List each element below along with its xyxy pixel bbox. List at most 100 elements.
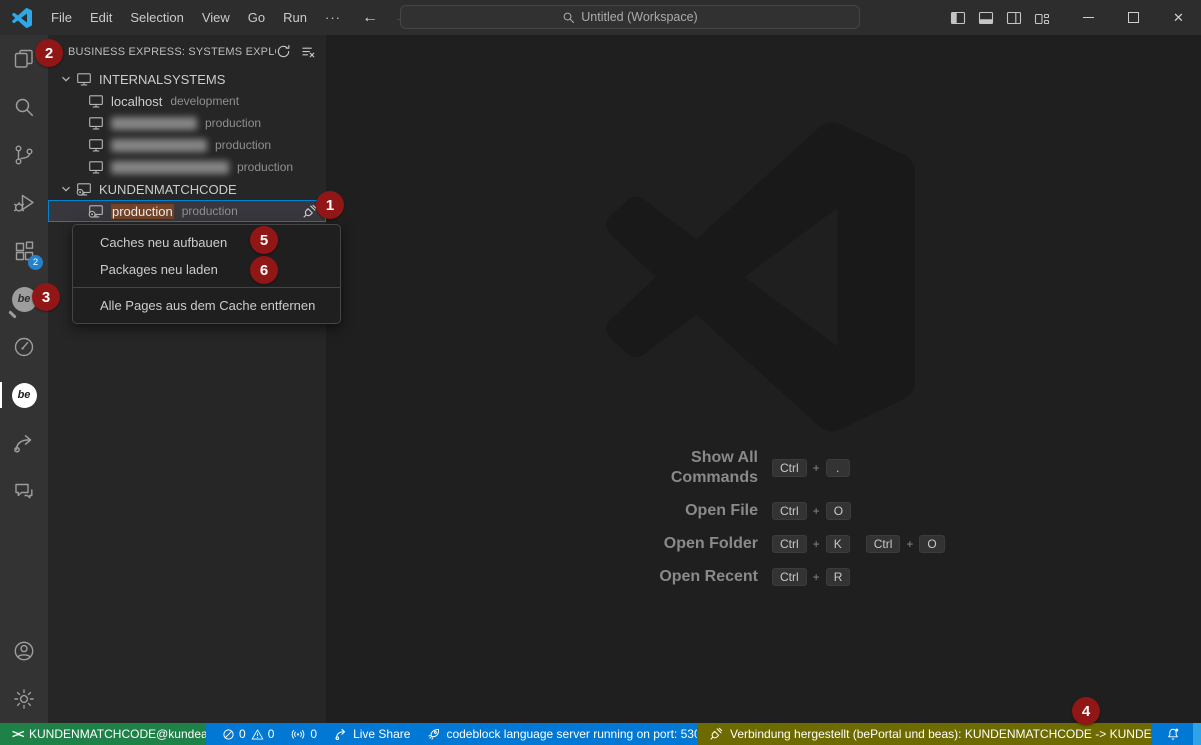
- monitor-dot-icon: [88, 203, 104, 219]
- tree-item-label: KUNDENMATCHCODE: [99, 182, 237, 197]
- shortcut-row: Show All Commands Ctrl +.: [636, 448, 945, 488]
- connection-status[interactable]: Verbindung hergestellt (bePortal und bea…: [697, 723, 1152, 745]
- ports-count: 0: [310, 727, 317, 741]
- tree-item-label: localhost: [111, 94, 162, 109]
- toggle-secondary-sidebar-icon[interactable]: [1006, 10, 1022, 26]
- title-bar: FileEditSelectionViewGoRun ··· ← → Untit…: [0, 0, 1201, 35]
- live-share-button[interactable]: Live Share: [334, 727, 410, 741]
- status-corner-accent: [1193, 723, 1201, 745]
- menu-edit[interactable]: Edit: [81, 10, 121, 25]
- tree: INTERNALSYSTEMSlocalhostdevelopmentprodu…: [48, 68, 326, 222]
- shortcut-label: Open Folder: [636, 534, 758, 554]
- key-cap: Ctrl: [772, 459, 807, 477]
- back-arrow-icon[interactable]: ←: [362, 9, 378, 27]
- monitor-icon: [88, 93, 104, 109]
- menu-separator: [73, 287, 340, 288]
- close-button[interactable]: ✕: [1156, 0, 1201, 35]
- tree-item-internalsystems[interactable]: INTERNALSYSTEMS: [48, 68, 326, 90]
- menu-run[interactable]: Run: [274, 10, 316, 25]
- settings-gear-icon[interactable]: [0, 675, 48, 723]
- be-label: be: [18, 389, 31, 401]
- annotation-badge-6: 6: [250, 256, 278, 284]
- business-express-icon[interactable]: be: [0, 371, 48, 419]
- tree-item-localhost[interactable]: localhostdevelopment: [48, 90, 326, 112]
- tree-item-description: production: [182, 204, 238, 218]
- plus-separator: +: [813, 461, 820, 475]
- tree-item-label: production: [111, 204, 174, 219]
- key-cap: O: [826, 502, 851, 520]
- plus-separator: +: [906, 537, 913, 551]
- key-cap: K: [826, 535, 850, 553]
- live-share-label: Live Share: [353, 727, 410, 741]
- run-debug-icon[interactable]: [0, 179, 48, 227]
- refresh-icon[interactable]: [276, 44, 291, 59]
- account-icon[interactable]: [0, 627, 48, 675]
- shortcut-label: Show All Commands: [636, 448, 758, 488]
- menu-view[interactable]: View: [193, 10, 239, 25]
- tree-item-description: production: [215, 138, 271, 152]
- toggle-sidebar-icon[interactable]: [950, 10, 966, 26]
- tree-item-description: production: [237, 160, 293, 174]
- menu-item-packages-neu-laden[interactable]: Packages neu laden: [73, 256, 340, 283]
- comments-icon[interactable]: [0, 467, 48, 515]
- search-icon: [562, 11, 575, 24]
- clear-filter-icon[interactable]: [301, 44, 316, 59]
- search-view-icon[interactable]: [0, 83, 48, 131]
- monitor-icon: [88, 115, 104, 131]
- shortcut-row: Open FolderCtrl+KCtrl+O: [636, 534, 945, 554]
- tree-item-production[interactable]: production production: [48, 200, 326, 222]
- tree-item-redacted[interactable]: production: [48, 156, 326, 178]
- monitor-icon: [88, 137, 104, 153]
- tree-item-label: INTERNALSYSTEMS: [99, 72, 225, 87]
- source-control-icon[interactable]: [0, 131, 48, 179]
- customize-layout-icon[interactable]: [1034, 10, 1050, 26]
- extensions-icon[interactable]: 2: [0, 227, 48, 275]
- maximize-button[interactable]: [1111, 0, 1156, 35]
- annotation-badge-4: 4: [1072, 697, 1100, 725]
- toggle-panel-icon[interactable]: [978, 10, 994, 26]
- chevron-down-icon[interactable]: [58, 71, 74, 87]
- sidebar-header: BUSINESS EXPRESS: SYSTEMS EXPLOR...: [48, 35, 326, 68]
- chevron-down-icon[interactable]: [58, 181, 74, 197]
- vscode-logo-icon: [12, 8, 32, 28]
- share-icon[interactable]: [0, 419, 48, 467]
- connection-label: Verbindung hergestellt (bePortal und bea…: [730, 727, 1160, 741]
- search-placeholder: Untitled (Workspace): [581, 10, 697, 24]
- annotation-badge-3: 3: [32, 283, 60, 311]
- menu-go[interactable]: Go: [239, 10, 274, 25]
- error-count: 0: [239, 727, 246, 741]
- bell-icon: [1166, 727, 1180, 741]
- tree-item-kundenmatchcode[interactable]: KUNDENMATCHCODE: [48, 178, 326, 200]
- problems-indicator[interactable]: 0 0: [222, 727, 274, 741]
- menu-selection[interactable]: Selection: [121, 10, 192, 25]
- menu-item-caches-neu-aufbauen[interactable]: Caches neu aufbauen: [73, 229, 340, 256]
- redacted-label: [111, 161, 229, 174]
- notifications-button[interactable]: [1152, 723, 1193, 745]
- error-icon: [222, 728, 235, 741]
- status-main: 0 0 0 Live Share codeblock language serv…: [206, 723, 697, 745]
- broadcast-icon: [291, 727, 305, 741]
- menu-item-alle-pages-aus-dem-cache-entfernen[interactable]: Alle Pages aus dem Cache entfernen: [73, 292, 340, 319]
- remote-label: KUNDENMATCHCODE@kundea: [29, 727, 208, 741]
- annotation-badge-2: 2: [35, 39, 63, 67]
- more-menu-button[interactable]: ···: [316, 10, 350, 25]
- tree-item-redacted[interactable]: production: [48, 134, 326, 156]
- ports-indicator[interactable]: 0: [291, 727, 317, 741]
- tree-item-redacted[interactable]: production: [48, 112, 326, 134]
- monitor-dot-icon: [76, 181, 92, 197]
- warning-count: 0: [268, 727, 275, 741]
- key-cap: Ctrl: [772, 568, 807, 586]
- annotation-badge-1: 1: [316, 191, 344, 219]
- menubar: FileEditSelectionViewGoRun: [42, 10, 316, 25]
- key-cap: .: [826, 459, 850, 477]
- command-center-search[interactable]: Untitled (Workspace): [400, 5, 860, 29]
- language-server-status[interactable]: codeblock language server running on por…: [427, 727, 714, 741]
- extensions-badge: 2: [28, 255, 43, 270]
- menu-file[interactable]: File: [42, 10, 81, 25]
- remote-indicator[interactable]: >< KUNDENMATCHCODE@kundea: [0, 723, 206, 745]
- history-gauge-icon[interactable]: [0, 323, 48, 371]
- connect-icon[interactable]: [302, 204, 317, 219]
- key-cap: Ctrl: [866, 535, 901, 553]
- sidebar-title: BUSINESS EXPRESS: SYSTEMS EXPLOR...: [68, 46, 276, 58]
- minimize-button[interactable]: [1066, 0, 1111, 35]
